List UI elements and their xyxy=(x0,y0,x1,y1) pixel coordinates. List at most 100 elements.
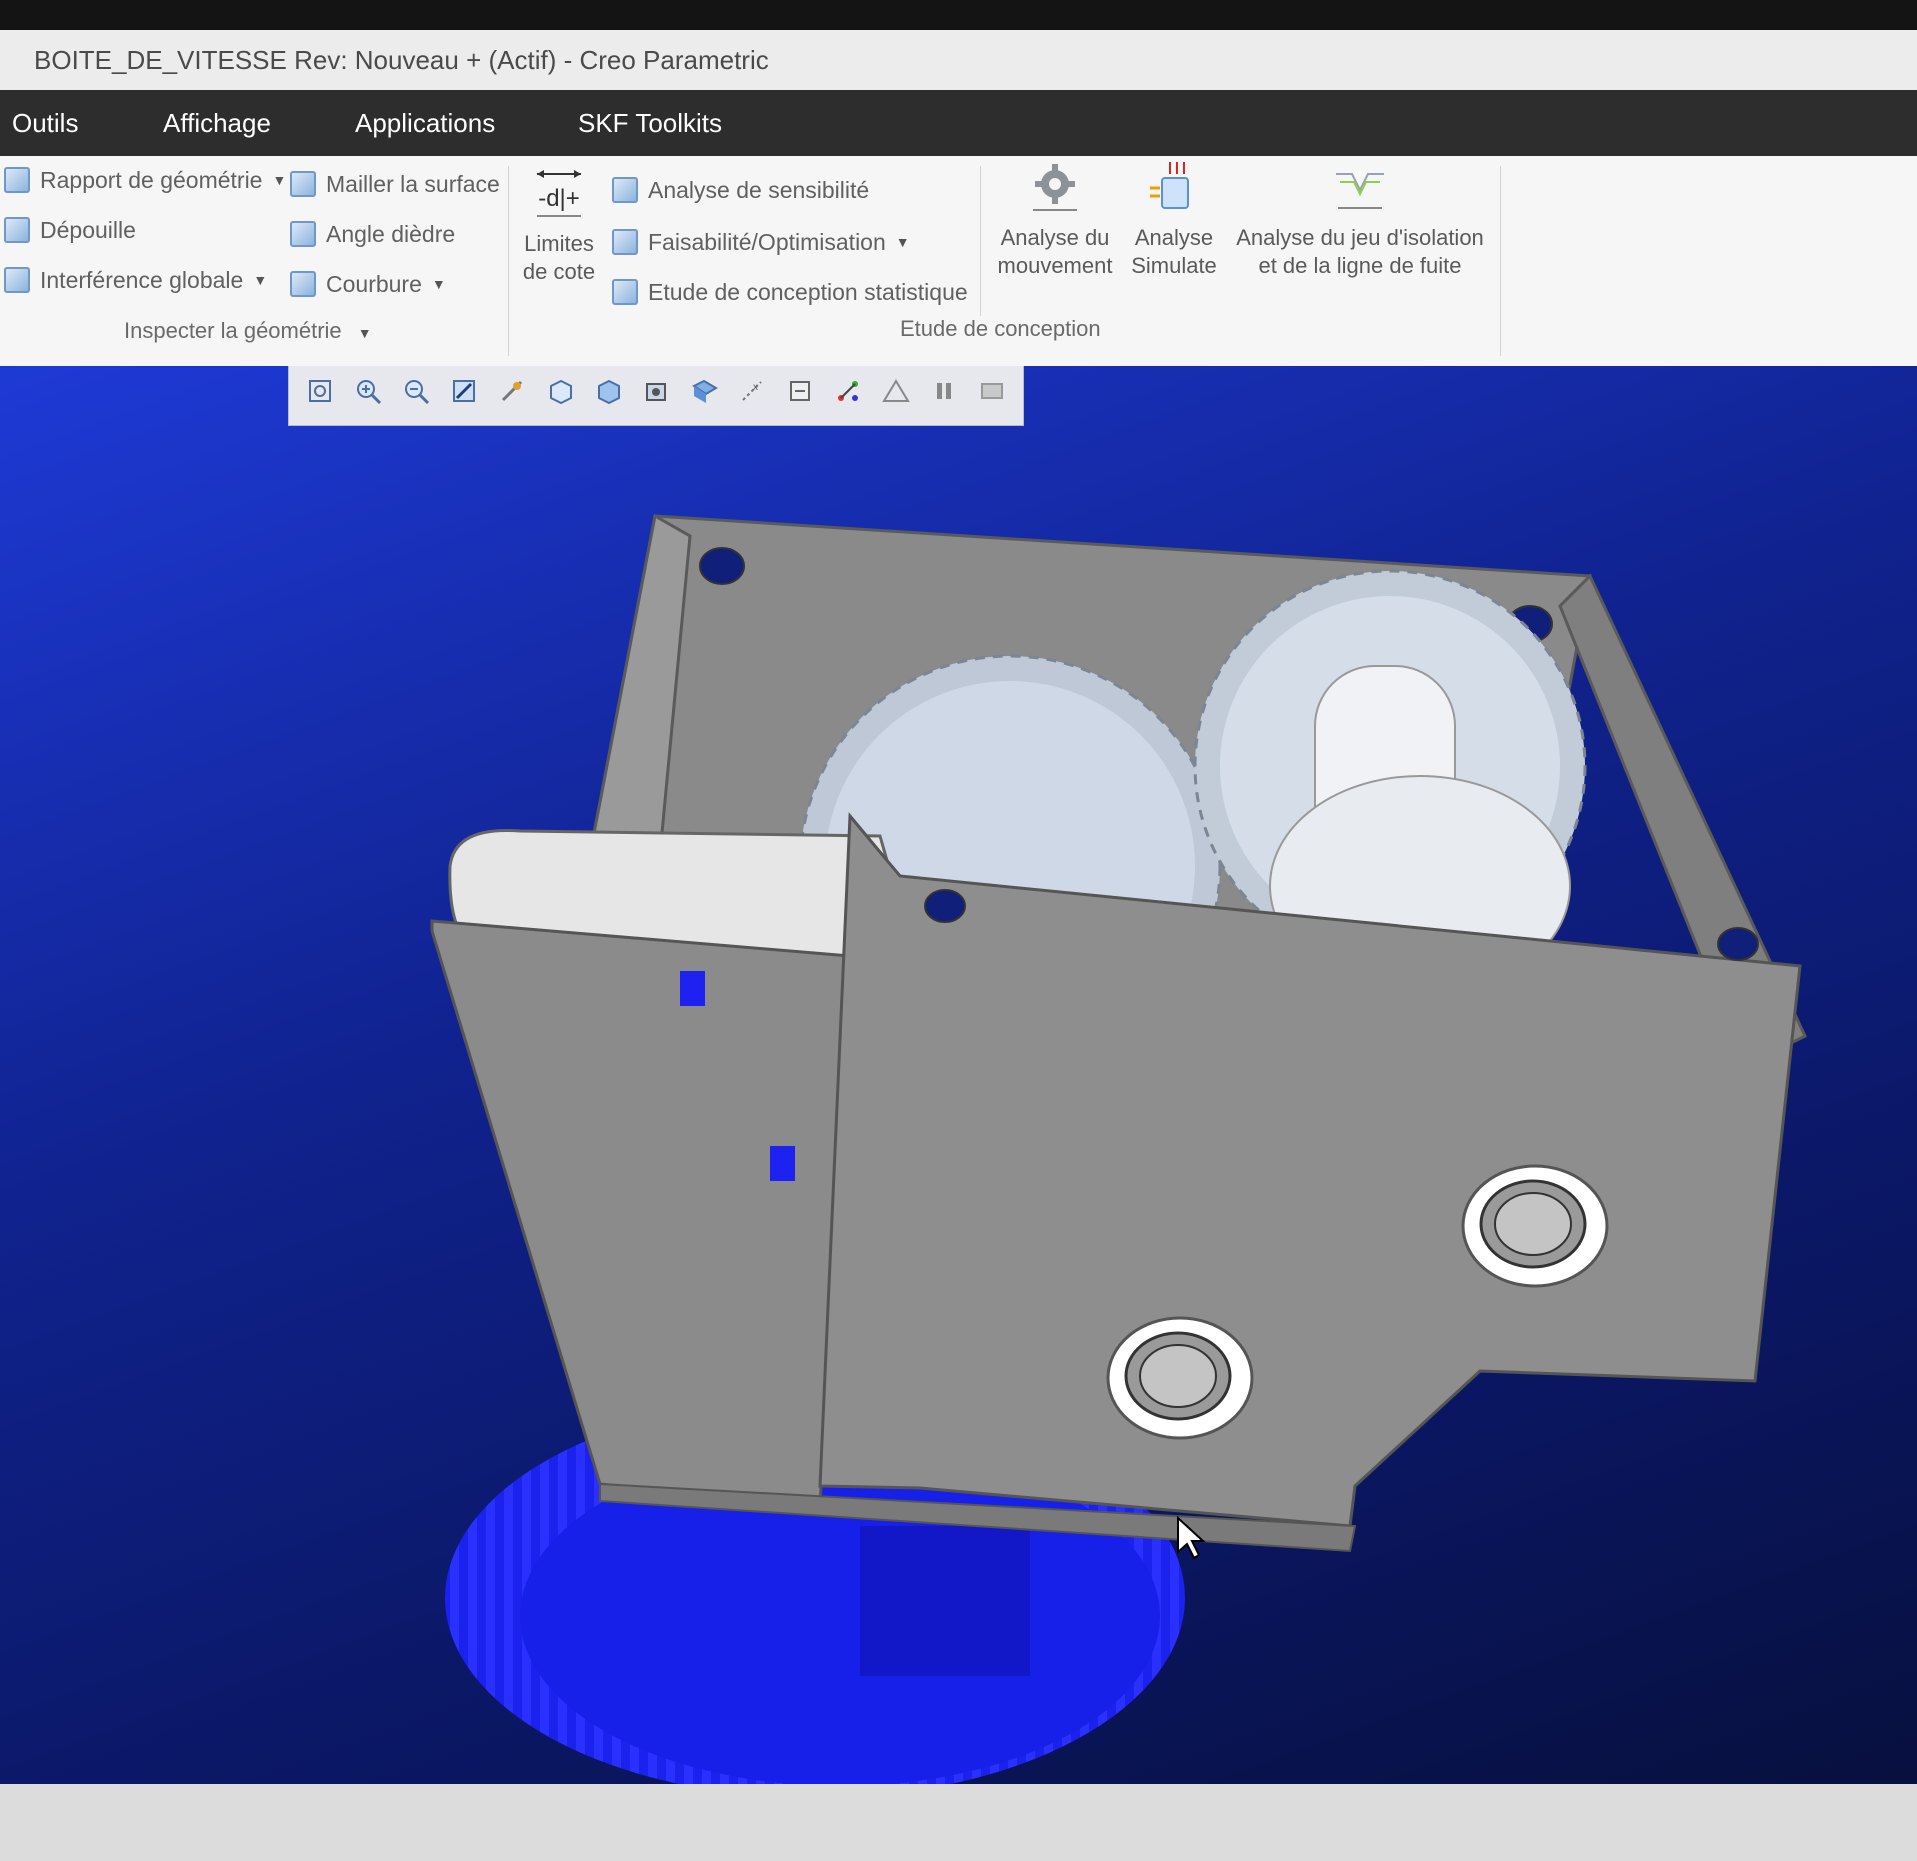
geometry-report-icon xyxy=(4,167,30,193)
clearance-creepage-icon xyxy=(1336,173,1384,209)
dihedral-angle-label: Angle dièdre xyxy=(326,221,456,247)
refit-icon xyxy=(309,380,331,402)
svg-text:x: x xyxy=(753,382,758,393)
repaint-button[interactable] xyxy=(447,374,481,408)
ribbon: Rapport de géométrie ▼ Dépouille Interfé… xyxy=(0,156,1917,366)
gearbox-3d-model[interactable] xyxy=(0,366,1917,1784)
saved-views-icon xyxy=(598,379,620,405)
sensitivity-analysis-button[interactable]: Analyse de sensibilité xyxy=(612,170,869,210)
optimization-label: Faisabilité/Optimisation xyxy=(648,229,886,255)
dihedral-angle-icon xyxy=(290,221,316,247)
group-label-design-study: Etude de conception xyxy=(900,316,1101,341)
feasibility-optimization-button[interactable]: Faisabilité/Optimisation ▼ xyxy=(612,222,910,262)
zoom-out-icon xyxy=(405,380,430,405)
display-style-button[interactable] xyxy=(543,374,577,408)
group-label-inspect[interactable]: Inspecter la géométrie ▼ xyxy=(124,316,372,346)
bearing-lower[interactable] xyxy=(1106,1316,1254,1440)
refit-button[interactable] xyxy=(303,374,337,408)
chevron-down-icon[interactable]: ▼ xyxy=(896,222,910,262)
monitor-bezel xyxy=(0,0,1917,30)
clearance-creepage-button[interactable]: Analyse du jeu d'isolation et de la lign… xyxy=(1228,160,1492,280)
pause-icon xyxy=(937,383,951,399)
view-manager-button[interactable] xyxy=(639,374,673,408)
annotation-display-button[interactable] xyxy=(783,374,817,408)
zoom-in-button[interactable] xyxy=(351,374,385,408)
window-title: BOITE_DE_VITESSE Rev: Nouveau + (Actif) … xyxy=(0,30,1917,90)
left-side-plate[interactable] xyxy=(430,919,852,1508)
annotation-display-icon xyxy=(790,381,810,401)
chevron-down-icon[interactable]: ▼ xyxy=(432,264,446,304)
clearance-label-2: et de la ligne de fuite xyxy=(1258,253,1462,278)
explode-icon xyxy=(838,381,858,401)
tolerance-limits-icon: -d|+ xyxy=(537,170,581,217)
spin-center-icon xyxy=(501,380,523,402)
simulate-label-1: Analyse xyxy=(1134,225,1214,250)
simulate-display-button[interactable] xyxy=(879,374,913,408)
spin-center-button[interactable] xyxy=(495,374,529,408)
ribbon-tab-bar: Outils Affichage Applications SKF Toolki… xyxy=(0,90,1917,156)
motion-analysis-label-2: mouvement xyxy=(997,253,1113,278)
mesh-surface-label: Mailler la surface xyxy=(326,171,500,197)
global-interference-icon xyxy=(4,267,30,293)
simulate-display-icon xyxy=(882,379,910,402)
ribbon-separator xyxy=(980,166,981,316)
global-interference-button[interactable]: Interférence globale ▼ xyxy=(4,260,267,300)
perspective-icon xyxy=(692,379,718,403)
optimization-icon xyxy=(612,229,638,255)
dihedral-angle-button[interactable]: Angle dièdre xyxy=(290,214,455,254)
statistical-design-study-button[interactable]: Etude de conception statistique xyxy=(612,272,968,312)
section-icon xyxy=(981,383,1003,399)
tab-skf-toolkits[interactable]: SKF Toolkits xyxy=(578,90,722,156)
zoom-in-icon xyxy=(357,380,382,405)
statistical-study-label: Etude de conception statistique xyxy=(648,279,968,305)
gear-icon xyxy=(1033,164,1077,211)
draft-button[interactable]: Dépouille xyxy=(4,210,136,250)
status-bar xyxy=(0,1784,1917,1861)
geometry-report-label: Rapport de géométrie xyxy=(40,167,263,193)
sensitivity-icon xyxy=(612,177,638,203)
zoom-out-button[interactable] xyxy=(399,374,433,408)
datum-display-button[interactable]: x xyxy=(735,374,769,408)
draft-label: Dépouille xyxy=(40,217,136,243)
display-style-icon xyxy=(550,379,572,405)
curvature-button[interactable]: Courbure ▼ xyxy=(290,264,446,304)
chevron-down-icon[interactable]: ▼ xyxy=(272,160,286,200)
repaint-icon xyxy=(453,380,475,402)
perspective-button[interactable] xyxy=(687,374,721,408)
sensitivity-label: Analyse de sensibilité xyxy=(648,177,870,203)
chevron-down-icon: ▼ xyxy=(357,325,372,341)
tab-applications[interactable]: Applications xyxy=(355,90,495,156)
tolerance-limits-label-1: Limites xyxy=(524,231,594,256)
group-label-inspect-text: Inspecter la géométrie xyxy=(124,318,342,343)
clearance-label-1: Analyse du jeu d'isolation xyxy=(1236,225,1484,250)
section-button[interactable] xyxy=(975,374,1009,408)
curvature-label: Courbure xyxy=(326,271,422,297)
ribbon-separator xyxy=(1500,166,1501,356)
tolerance-limits-label-2: de cote xyxy=(522,259,596,284)
global-interference-label: Interférence globale xyxy=(40,267,244,293)
pause-button[interactable] xyxy=(927,374,961,408)
motion-analysis-button[interactable]: Analyse du mouvement xyxy=(990,160,1120,280)
datum-display-icon: x xyxy=(742,381,762,401)
mesh-surface-icon xyxy=(290,171,316,197)
mesh-surface-button[interactable]: Mailler la surface xyxy=(290,164,500,204)
tab-affichage[interactable]: Affichage xyxy=(163,90,271,156)
chevron-down-icon[interactable]: ▼ xyxy=(253,260,267,300)
draft-icon xyxy=(4,217,30,243)
tab-outils[interactable]: Outils xyxy=(12,90,78,156)
bearing-upper[interactable] xyxy=(1461,1164,1609,1288)
graphics-viewport[interactable]: x xyxy=(0,366,1917,1784)
view-manager-icon xyxy=(646,383,666,401)
graphics-toolbar: x xyxy=(288,366,1024,426)
saved-views-button[interactable] xyxy=(591,374,625,408)
tolerance-limits-button[interactable]: -d|+ Limites de cote xyxy=(520,166,598,286)
simulate-analysis-button[interactable]: Analyse Simulate xyxy=(1122,160,1226,280)
simulate-label-2: Simulate xyxy=(1131,253,1217,278)
motion-analysis-label-1: Analyse du xyxy=(1000,225,1110,250)
ribbon-separator xyxy=(508,166,509,356)
explode-button[interactable] xyxy=(831,374,865,408)
geometry-report-button[interactable]: Rapport de géométrie ▼ xyxy=(4,160,286,200)
statistical-study-icon xyxy=(612,279,638,305)
curvature-icon xyxy=(290,271,316,297)
simulate-icon xyxy=(1150,162,1189,209)
